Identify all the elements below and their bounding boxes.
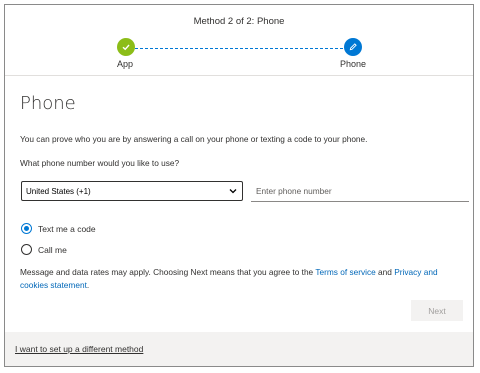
radio-button-checked[interactable] — [21, 223, 32, 234]
country-code-value: United States (+1) — [26, 186, 91, 196]
radio-call-label: Call me — [38, 244, 67, 255]
rates-disclaimer: Message and data rates may apply. Choosi… — [20, 266, 465, 292]
disclaimer-text-after: . — [86, 280, 90, 290]
step-app-indicator — [117, 38, 135, 56]
step-phone-indicator — [344, 38, 362, 56]
radio-text-label: Text me a code — [38, 223, 96, 234]
chevron-down-icon — [229, 189, 237, 194]
step-app-label: App — [117, 59, 134, 69]
radio-text-me-code[interactable]: Text me a code — [21, 223, 96, 234]
method-description: You can prove who you are by answering a… — [20, 134, 368, 144]
footer-bar: I want to set up a different method — [5, 332, 473, 366]
radio-call-me[interactable]: Call me — [21, 244, 67, 255]
country-code-select[interactable]: United States (+1) — [21, 181, 243, 201]
step-phone-label: Phone — [340, 59, 367, 69]
phone-question: What phone number would you like to use? — [20, 158, 180, 168]
progress-header: Method 2 of 2: Phone App Phone — [5, 5, 473, 76]
step-title: Method 2 of 2: Phone — [193, 16, 285, 27]
pencil-icon — [349, 43, 357, 51]
disclaimer-text-middle: and — [375, 267, 395, 277]
checkmark-icon — [122, 44, 130, 51]
different-method-link[interactable]: I want to set up a different method — [15, 344, 143, 354]
next-button[interactable]: Next — [411, 300, 463, 321]
terms-of-service-link[interactable]: Terms of service — [315, 267, 375, 277]
phone-number-input[interactable]: Enter phone number — [251, 181, 469, 202]
radio-button-unchecked[interactable] — [21, 244, 32, 255]
auth-setup-dialog: Method 2 of 2: Phone App Phone Phone You… — [4, 4, 474, 367]
progress-line — [125, 48, 353, 49]
disclaimer-text-before: Message and data rates may apply. Choosi… — [20, 267, 316, 277]
page-title: Phone — [20, 93, 76, 114]
